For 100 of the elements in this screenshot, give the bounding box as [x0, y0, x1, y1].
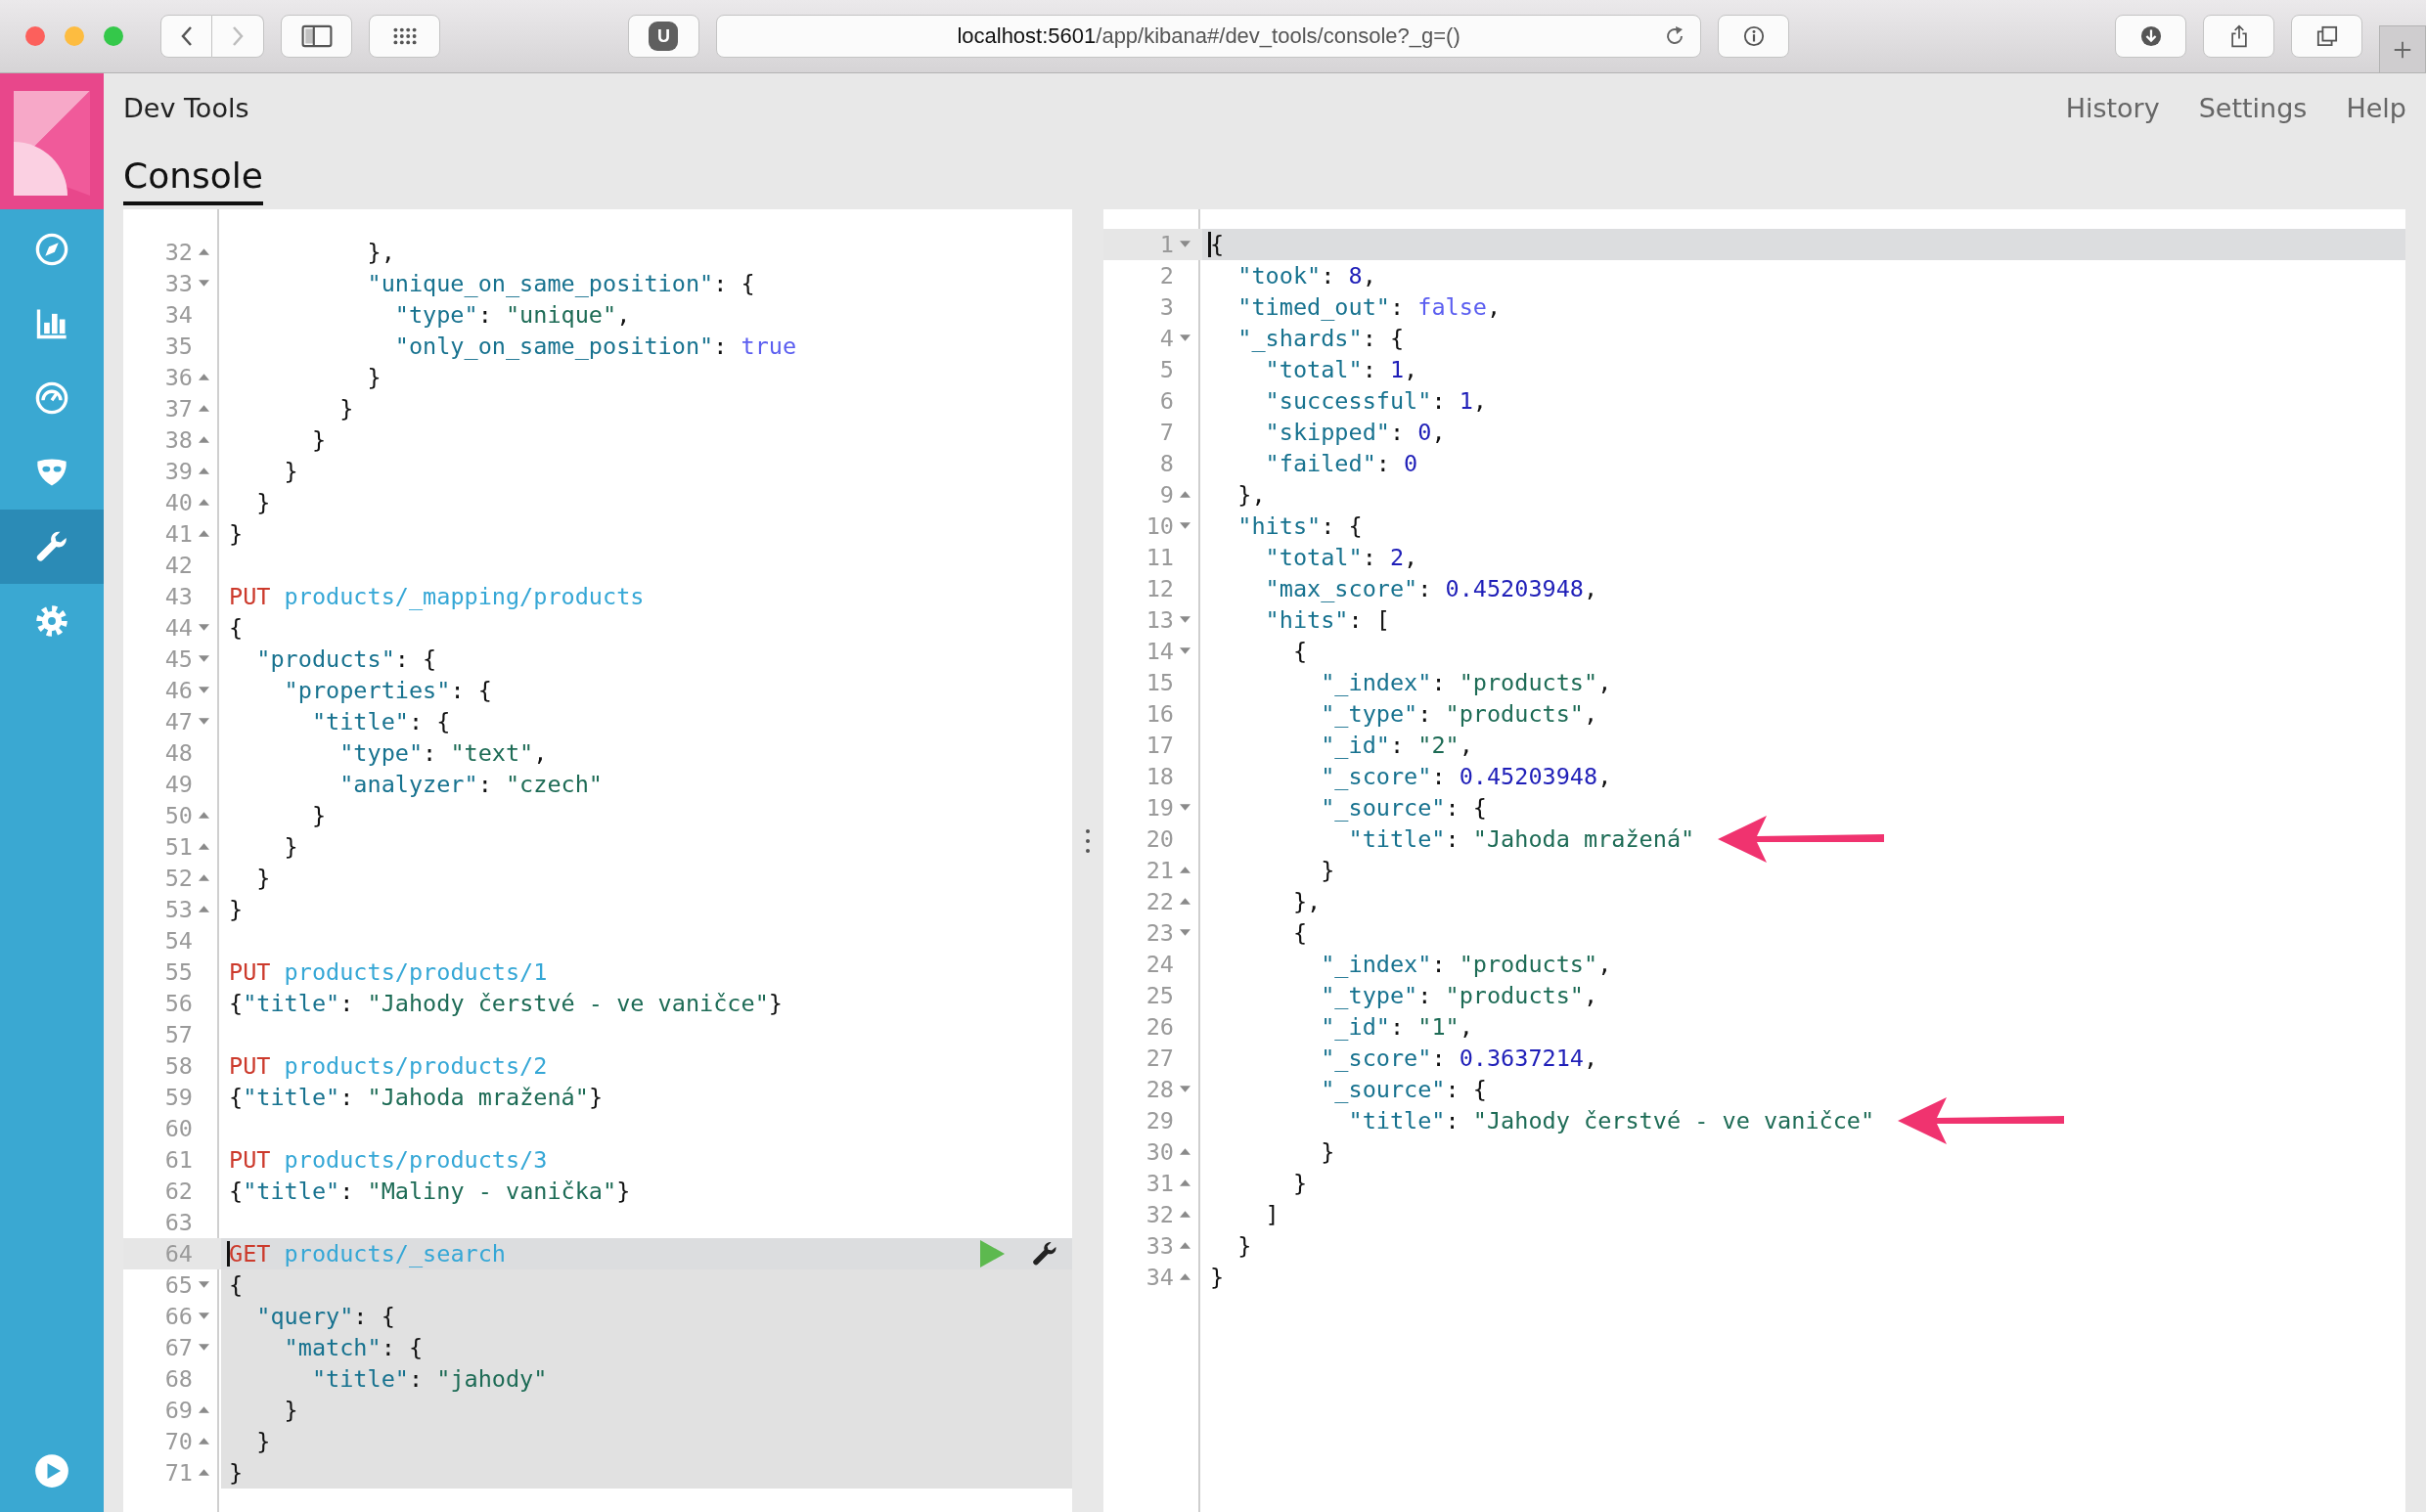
- caret-up-icon[interactable]: [199, 1469, 209, 1477]
- code-line: PUT products/_mapping/products: [229, 583, 645, 610]
- caret-up-icon[interactable]: [199, 1438, 209, 1445]
- code-line: }: [366, 364, 382, 391]
- caret-down-icon[interactable]: [1180, 334, 1191, 342]
- caret-up-icon[interactable]: [1180, 867, 1191, 874]
- line-number: 40: [164, 489, 193, 516]
- line-number: 62: [164, 1178, 193, 1205]
- header-link[interactable]: Help: [2346, 92, 2406, 123]
- line-number: 50: [164, 802, 193, 829]
- caret-down-icon[interactable]: [1180, 929, 1191, 937]
- caret-down-icon[interactable]: [199, 624, 209, 632]
- caret-up-icon[interactable]: [1180, 898, 1191, 906]
- code-line: PUT products/products/2: [229, 1052, 548, 1080]
- line-number: 65: [164, 1271, 193, 1299]
- line-number: 3: [1159, 293, 1174, 321]
- line-number: 36: [164, 364, 193, 391]
- gauge-icon: [34, 380, 69, 416]
- code-line: }: [229, 520, 244, 548]
- code-line: "_type": "products",: [1320, 700, 1598, 728]
- downloads-button[interactable]: [2115, 15, 2187, 58]
- share-button[interactable]: [2203, 15, 2275, 58]
- caret-up-icon[interactable]: [199, 436, 209, 444]
- code-line: "type": "unique",: [393, 301, 631, 329]
- code-line: "hits": [: [1264, 606, 1390, 634]
- caret-down-icon[interactable]: [1180, 804, 1191, 812]
- sidebar-button[interactable]: [0, 510, 104, 584]
- line-number: 19: [1146, 794, 1174, 822]
- extension-button[interactable]: U: [628, 15, 699, 58]
- caret-down-icon[interactable]: [199, 718, 209, 726]
- caret-up-icon[interactable]: [1180, 1148, 1191, 1156]
- top-sites-button[interactable]: [369, 15, 440, 58]
- line-number: 64: [164, 1240, 193, 1267]
- code-line: "match": {: [283, 1334, 424, 1361]
- caret-up-icon[interactable]: [1180, 491, 1191, 499]
- code-line: "_shards": {: [1236, 325, 1405, 352]
- header-link[interactable]: Settings: [2198, 92, 2308, 123]
- line-number: 41: [164, 520, 193, 548]
- address-field[interactable]: localhost:5601/app/kibana#/dev_tools/console?_g=(): [716, 15, 1702, 58]
- caret-down-icon[interactable]: [199, 280, 209, 288]
- code-line: }: [283, 833, 298, 861]
- caret-down-icon[interactable]: [1180, 1086, 1191, 1093]
- header-link[interactable]: History: [2065, 92, 2160, 123]
- code-line: }: [310, 426, 327, 454]
- code-line: }: [283, 1397, 298, 1424]
- line-number: 33: [1146, 1232, 1174, 1260]
- code-line: "analyzer": "czech": [338, 771, 603, 798]
- line-number: 32: [1146, 1201, 1174, 1228]
- line-number: 4: [1159, 325, 1174, 352]
- caret-up-icon[interactable]: [199, 530, 209, 538]
- caret-down-icon[interactable]: [1180, 647, 1191, 655]
- caret-up-icon[interactable]: [199, 906, 209, 913]
- caret-down-icon[interactable]: [1180, 522, 1191, 530]
- code-line: {"title": "Maliny - vanička"}: [229, 1178, 631, 1205]
- code-line: "skipped": 0,: [1264, 419, 1446, 446]
- caret-up-icon[interactable]: [199, 874, 209, 882]
- code-line: {"title": "Jahoda mražená"}: [229, 1084, 604, 1111]
- line-number: 57: [164, 1021, 193, 1048]
- caret-down-icon[interactable]: [199, 1344, 209, 1352]
- caret-up-icon[interactable]: [1180, 1273, 1191, 1281]
- caret-up-icon[interactable]: [199, 467, 209, 475]
- line-number: 12: [1146, 575, 1174, 602]
- caret-down-icon[interactable]: [199, 687, 209, 694]
- line-number: 54: [164, 927, 193, 955]
- line-number: 10: [1146, 512, 1174, 540]
- new-tab-button[interactable]: [2379, 25, 2426, 72]
- caret-down-icon[interactable]: [1180, 241, 1191, 248]
- tabs-icon: [2315, 24, 2338, 48]
- line-number: 39: [164, 458, 193, 485]
- extension-badge: U: [649, 22, 679, 51]
- back-button[interactable]: [160, 15, 212, 58]
- bar-chart-icon: [34, 306, 69, 341]
- code-line: "total": 2,: [1264, 544, 1418, 571]
- line-number: 69: [164, 1397, 193, 1424]
- code-line: "title": "jahody": [310, 1365, 548, 1393]
- line-number: 5: [1159, 356, 1174, 383]
- caret-up-icon[interactable]: [199, 405, 209, 413]
- caret-up-icon[interactable]: [199, 374, 209, 381]
- info-button[interactable]: [1718, 15, 1790, 58]
- line-number: 9: [1159, 481, 1174, 509]
- caret-up-icon[interactable]: [1180, 1211, 1191, 1219]
- caret-down-icon[interactable]: [199, 655, 209, 663]
- close-window-button[interactable]: [25, 26, 45, 46]
- code-line: GET products/_search: [229, 1240, 506, 1267]
- caret-up-icon[interactable]: [199, 843, 209, 851]
- caret-up-icon[interactable]: [1180, 1242, 1191, 1250]
- caret-up-icon[interactable]: [199, 812, 209, 820]
- tabs-button[interactable]: [2291, 15, 2363, 58]
- caret-down-icon[interactable]: [199, 1312, 209, 1320]
- caret-down-icon[interactable]: [1180, 616, 1191, 624]
- tab[interactable]: Console: [123, 156, 263, 205]
- resize-handle[interactable]: [1085, 828, 1091, 854]
- caret-up-icon[interactable]: [199, 1406, 209, 1414]
- caret-up-icon[interactable]: [199, 248, 209, 256]
- sidebar-toggle-button[interactable]: [281, 15, 352, 58]
- line-number: 11: [1146, 544, 1174, 571]
- caret-up-icon[interactable]: [1180, 1179, 1191, 1187]
- caret-up-icon[interactable]: [199, 499, 209, 507]
- caret-down-icon[interactable]: [199, 1281, 209, 1289]
- play-icon[interactable]: [978, 1239, 1006, 1268]
